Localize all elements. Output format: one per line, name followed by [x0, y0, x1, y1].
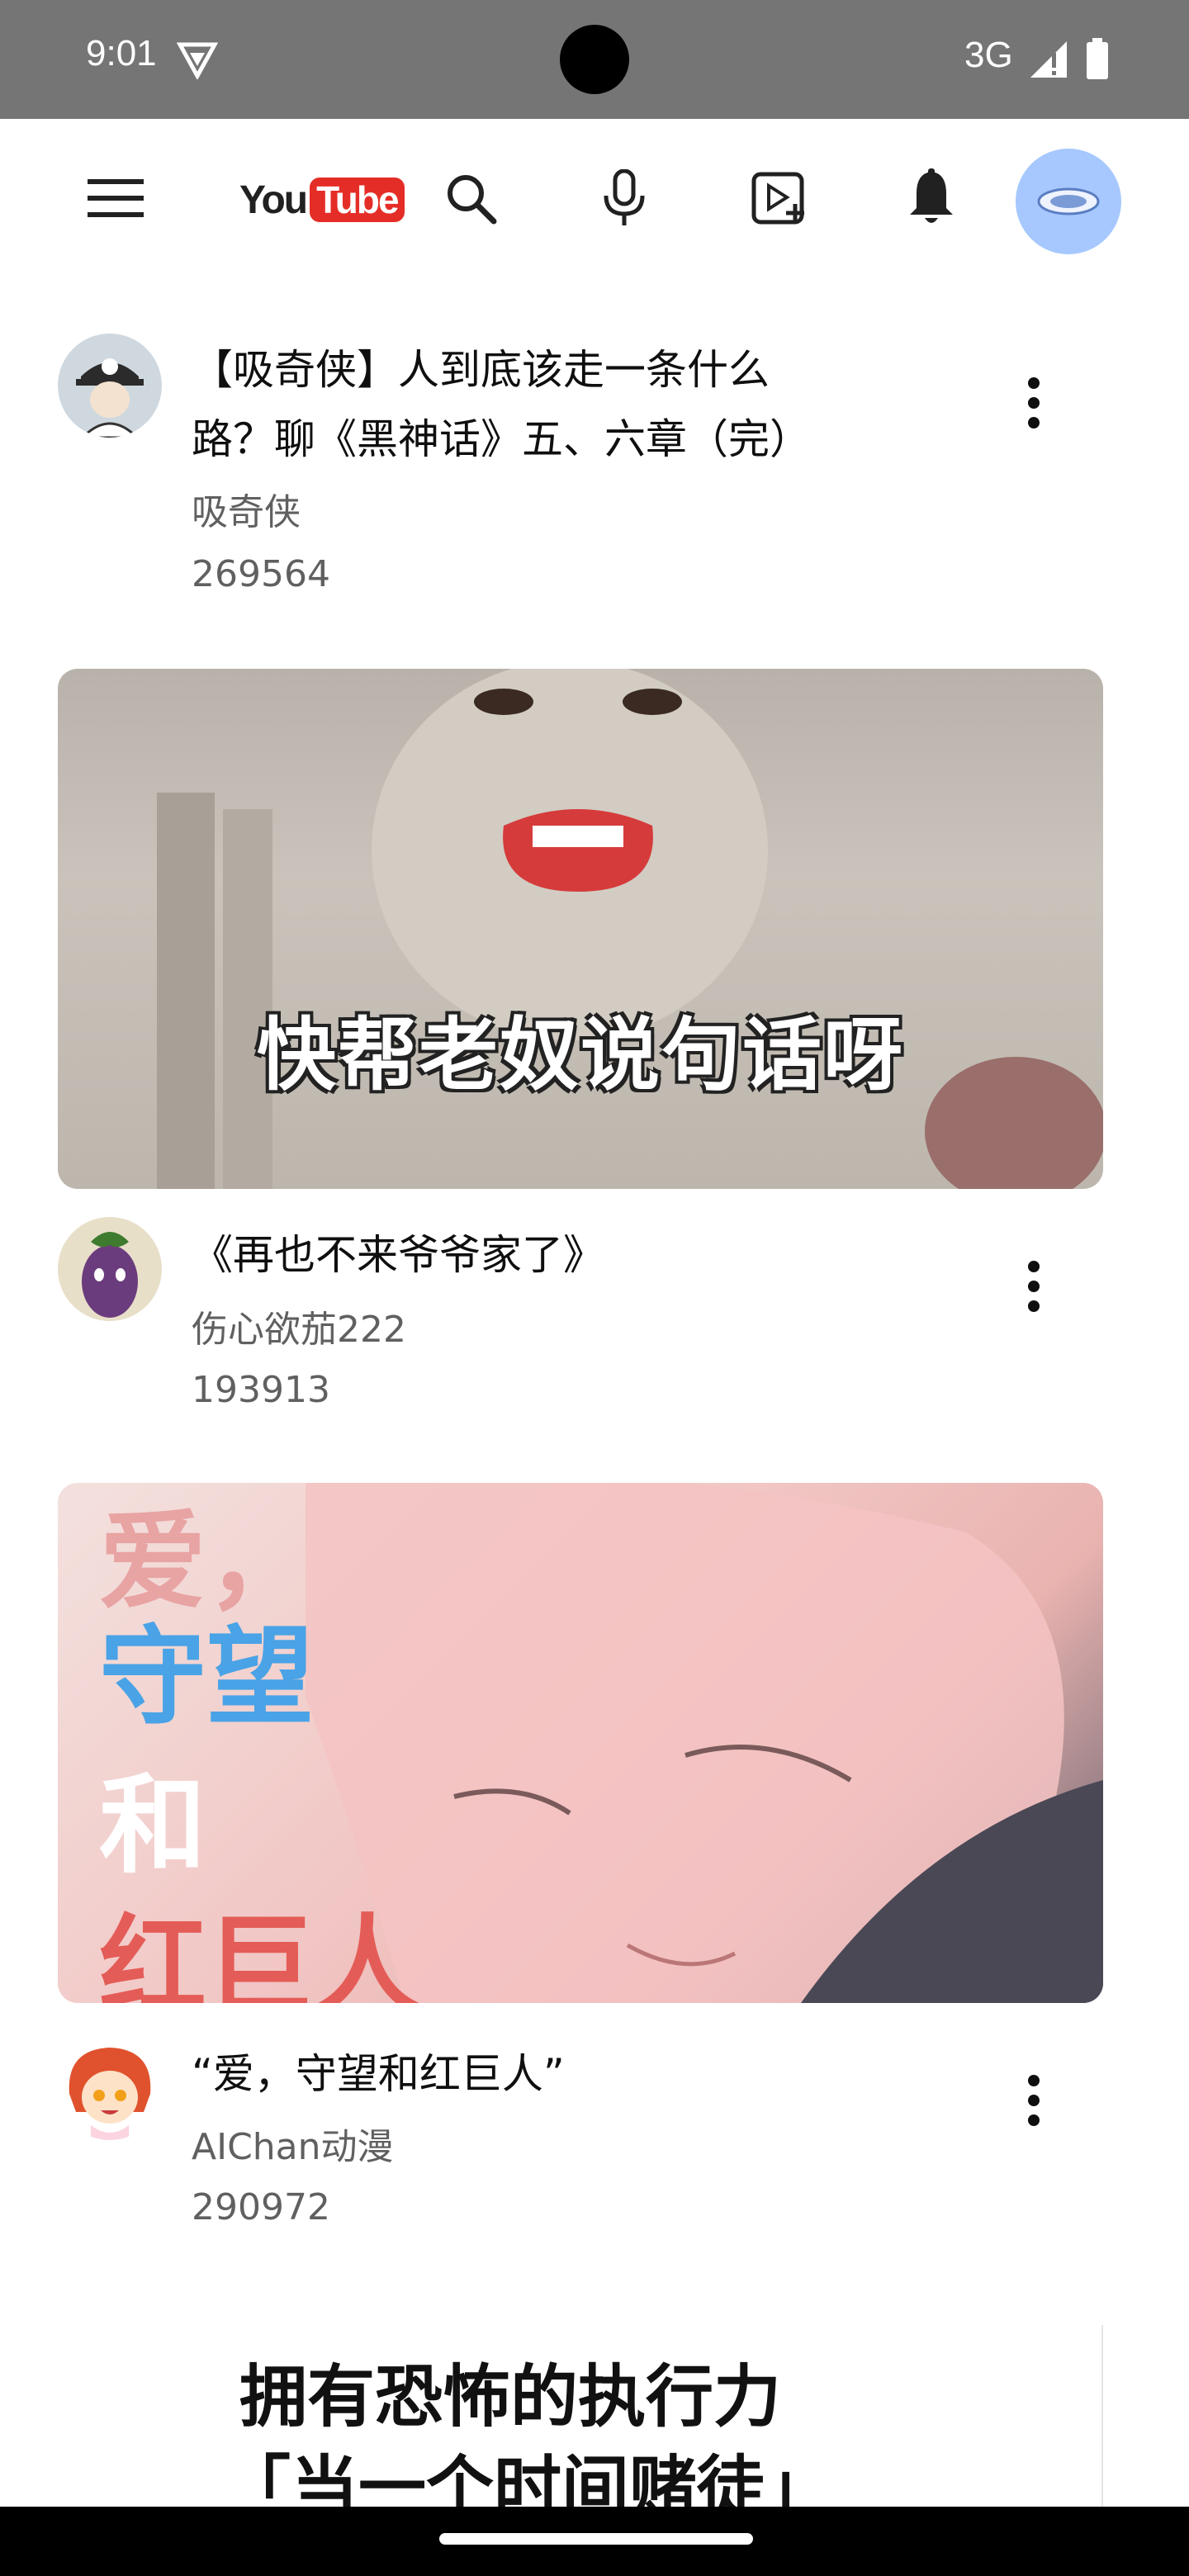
account-avatar[interactable] — [1016, 149, 1121, 254]
menu-icon[interactable] — [76, 159, 155, 238]
more-dot — [1028, 1281, 1040, 1292]
channel-name[interactable]: 吸奇侠 — [192, 482, 301, 535]
more-dot — [1028, 417, 1040, 429]
channel-avatar[interactable] — [58, 2036, 162, 2140]
logo-you-text: You — [239, 178, 308, 222]
thumbnail-caption: 快帮老奴说句话呀 — [257, 1009, 904, 1101]
more-dot — [1028, 397, 1040, 409]
app-bar: You Tube — [0, 119, 1189, 281]
more-dot — [1028, 2114, 1040, 2126]
signal-icon — [1030, 41, 1067, 78]
video-thumbnail[interactable]: 爱， 守望 和 红巨人 — [58, 1483, 1103, 2003]
battery-icon — [1087, 38, 1108, 79]
thumbnail-text-line: 红巨人 — [99, 1902, 422, 2003]
status-bar: 9:01 3G — [0, 0, 1189, 119]
video-thumbnail[interactable]: 快帮老奴说句话呀 — [58, 669, 1103, 1189]
channel-avatar[interactable] — [58, 334, 162, 438]
more-options-button[interactable] — [1007, 363, 1060, 443]
thumbnail-text-line: 和 — [99, 1762, 207, 1888]
more-dot — [1028, 2075, 1040, 2086]
view-count: 290972 — [192, 2186, 330, 2228]
more-options-button[interactable] — [1007, 1247, 1060, 1326]
notifications-icon[interactable] — [892, 159, 971, 238]
video-title[interactable]: 【吸奇侠】人到底该走一条什么 路？聊《黑神话》五、六章（完） — [192, 335, 885, 474]
account-avatar-image — [1037, 187, 1100, 215]
thumbnail-text-line: 守望 — [99, 1613, 315, 1740]
home-gesture-handle[interactable] — [439, 2533, 753, 2545]
vpn-icon — [177, 42, 218, 79]
mic-icon[interactable] — [585, 159, 664, 238]
view-count: 193913 — [192, 1369, 330, 1411]
video-thumbnail[interactable]: 拥有恐怖的执行力 「当一个时间赌徒」 — [58, 2325, 1103, 2515]
more-dot — [1028, 2095, 1040, 2106]
video-title[interactable]: 《再也不来爷爷家了》 — [192, 1220, 885, 1290]
video-title-line1: 【吸奇侠】人到底该走一条什么 — [192, 346, 770, 394]
channel-name[interactable]: 伤心欲茄222 — [192, 1300, 406, 1352]
channel-avatar[interactable] — [58, 1217, 162, 1321]
system-nav-bar — [0, 2507, 1189, 2576]
more-dot — [1028, 377, 1040, 389]
thumbnail-text-line: 「当一个时间赌徒」 — [223, 2449, 833, 2515]
video-title-line2: 路？聊《黑神话》五、六章（完） — [192, 415, 811, 463]
thumbnail-text-line: 拥有恐怖的执行力 — [239, 2358, 782, 2436]
create-icon[interactable] — [740, 159, 819, 238]
video-title[interactable]: “爱，守望和红巨人” — [192, 2039, 885, 2109]
status-time: 9:01 — [86, 33, 157, 73]
search-icon[interactable] — [431, 159, 510, 238]
youtube-logo[interactable]: You Tube — [239, 173, 405, 226]
more-dot — [1028, 1261, 1040, 1272]
thumbnail-image — [157, 669, 1103, 1189]
channel-name[interactable]: AIChan动漫 — [192, 2117, 394, 2170]
view-count: 269564 — [192, 553, 330, 595]
network-type: 3G — [964, 35, 1013, 75]
logo-tube-text: Tube — [310, 178, 405, 222]
more-dot — [1028, 1300, 1040, 1312]
front-camera — [560, 25, 629, 94]
more-options-button[interactable] — [1007, 2061, 1060, 2140]
